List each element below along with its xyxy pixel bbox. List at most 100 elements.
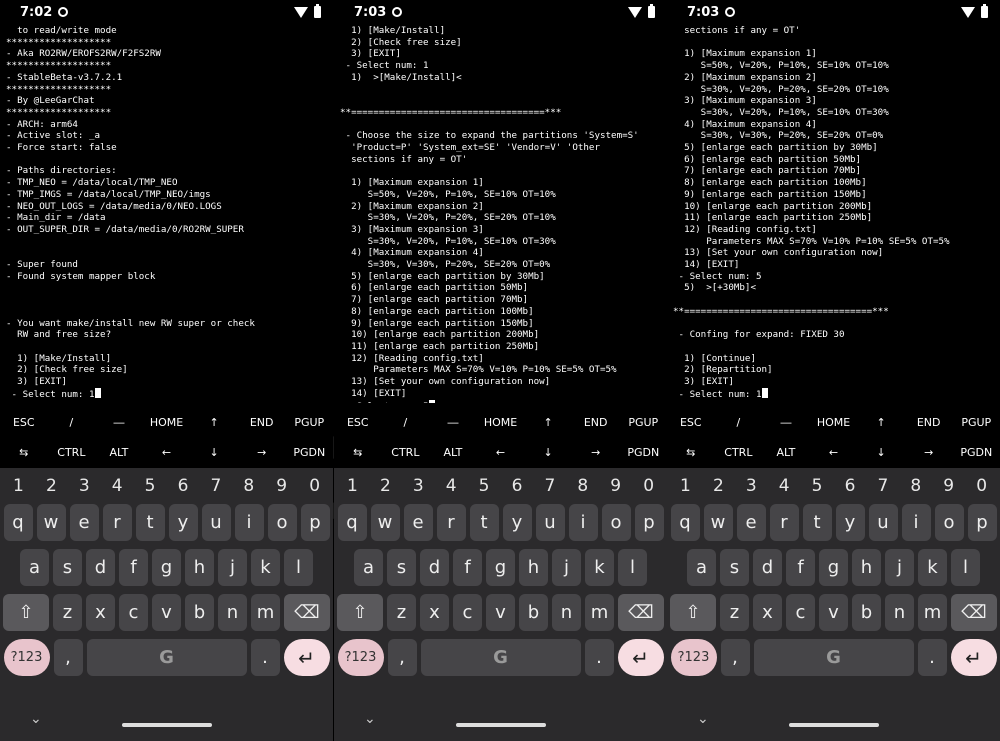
- number-key[interactable]: 9: [932, 476, 965, 496]
- letter-key[interactable]: j: [218, 549, 247, 586]
- letter-key[interactable]: p: [300, 504, 330, 541]
- letter-key[interactable]: v: [152, 594, 181, 631]
- number-key[interactable]: 1: [669, 476, 702, 496]
- letter-key[interactable]: n: [218, 594, 247, 631]
- number-key[interactable]: 4: [435, 476, 468, 496]
- enter-key[interactable]: ↵: [617, 639, 664, 676]
- letter-key[interactable]: u: [868, 504, 898, 541]
- letter-key[interactable]: v: [819, 594, 848, 631]
- home-gesture-bar[interactable]: [789, 723, 879, 727]
- number-key[interactable]: 9: [265, 476, 298, 496]
- hide-keyboard-icon[interactable]: ⌄: [364, 711, 376, 727]
- letter-key[interactable]: b: [185, 594, 214, 631]
- letter-key[interactable]: t: [469, 504, 499, 541]
- number-key[interactable]: 2: [702, 476, 735, 496]
- extra-key[interactable]: ESC: [0, 416, 48, 429]
- number-key[interactable]: 5: [134, 476, 167, 496]
- letter-key[interactable]: g: [152, 549, 181, 586]
- extra-key[interactable]: ↑: [524, 416, 572, 429]
- backspace-key[interactable]: ⌫: [951, 594, 997, 631]
- extra-key[interactable]: ↑: [857, 416, 905, 429]
- letter-key[interactable]: c: [786, 594, 815, 631]
- number-key[interactable]: 2: [369, 476, 402, 496]
- period-key[interactable]: .: [584, 639, 614, 676]
- space-key[interactable]: G: [753, 639, 914, 676]
- backspace-key[interactable]: ⌫: [284, 594, 330, 631]
- extra-key[interactable]: /: [715, 416, 763, 429]
- symbols-key[interactable]: ?123: [3, 639, 50, 676]
- extra-key[interactable]: CTRL: [48, 446, 96, 459]
- extra-key[interactable]: ←: [143, 446, 191, 459]
- letter-key[interactable]: e: [69, 504, 99, 541]
- letter-key[interactable]: x: [753, 594, 782, 631]
- extra-key[interactable]: ⇆: [667, 446, 715, 459]
- letter-key[interactable]: u: [535, 504, 565, 541]
- letter-key[interactable]: t: [135, 504, 165, 541]
- letter-key[interactable]: o: [934, 504, 964, 541]
- terminal-output[interactable]: to read/write mode ******************* -…: [0, 25, 333, 403]
- enter-key[interactable]: ↵: [283, 639, 330, 676]
- letter-key[interactable]: i: [234, 504, 264, 541]
- letter-key[interactable]: w: [370, 504, 400, 541]
- extra-key[interactable]: ALT: [762, 446, 810, 459]
- letter-key[interactable]: z: [53, 594, 82, 631]
- letter-key[interactable]: s: [720, 549, 749, 586]
- enter-key[interactable]: ↵: [950, 639, 997, 676]
- extra-key[interactable]: PGUP: [619, 416, 667, 429]
- extra-key[interactable]: END: [238, 416, 286, 429]
- letter-key[interactable]: a: [687, 549, 716, 586]
- letter-key[interactable]: x: [420, 594, 449, 631]
- letter-key[interactable]: l: [284, 549, 313, 586]
- extra-key[interactable]: →: [572, 446, 620, 459]
- number-key[interactable]: 8: [899, 476, 932, 496]
- letter-key[interactable]: p: [634, 504, 664, 541]
- extra-key[interactable]: HOME: [477, 416, 525, 429]
- letter-key[interactable]: s: [53, 549, 82, 586]
- letter-key[interactable]: w: [703, 504, 733, 541]
- number-key[interactable]: 1: [336, 476, 369, 496]
- number-key[interactable]: 4: [768, 476, 801, 496]
- letter-key[interactable]: v: [486, 594, 515, 631]
- extra-key[interactable]: HOME: [143, 416, 191, 429]
- letter-key[interactable]: l: [618, 549, 647, 586]
- letter-key[interactable]: c: [453, 594, 482, 631]
- letter-key[interactable]: k: [918, 549, 947, 586]
- number-key[interactable]: 8: [566, 476, 599, 496]
- extra-key[interactable]: END: [572, 416, 620, 429]
- letter-key[interactable]: m: [918, 594, 947, 631]
- letter-key[interactable]: h: [852, 549, 881, 586]
- hide-keyboard-icon[interactable]: ⌄: [697, 711, 709, 727]
- letter-key[interactable]: e: [736, 504, 766, 541]
- space-key[interactable]: G: [86, 639, 247, 676]
- letter-key[interactable]: h: [185, 549, 214, 586]
- letter-key[interactable]: o: [267, 504, 297, 541]
- extra-key[interactable]: ALT: [429, 446, 477, 459]
- letter-key[interactable]: g: [819, 549, 848, 586]
- letter-key[interactable]: o: [601, 504, 631, 541]
- letter-key[interactable]: f: [786, 549, 815, 586]
- letter-key[interactable]: k: [251, 549, 280, 586]
- extra-key[interactable]: ⇆: [0, 446, 48, 459]
- letter-key[interactable]: d: [420, 549, 449, 586]
- number-key[interactable]: 9: [599, 476, 632, 496]
- extra-key[interactable]: ALT: [95, 446, 143, 459]
- number-key[interactable]: 0: [632, 476, 665, 496]
- number-key[interactable]: 5: [801, 476, 834, 496]
- letter-key[interactable]: p: [967, 504, 997, 541]
- extra-key[interactable]: ↓: [857, 446, 905, 459]
- letter-key[interactable]: w: [36, 504, 66, 541]
- home-gesture-bar[interactable]: [122, 723, 212, 727]
- letter-key[interactable]: b: [852, 594, 881, 631]
- number-key[interactable]: 5: [468, 476, 501, 496]
- letter-key[interactable]: q: [337, 504, 367, 541]
- letter-key[interactable]: x: [86, 594, 115, 631]
- letter-key[interactable]: g: [486, 549, 515, 586]
- letter-key[interactable]: z: [720, 594, 749, 631]
- letter-key[interactable]: r: [436, 504, 466, 541]
- extra-key[interactable]: END: [905, 416, 953, 429]
- letter-key[interactable]: f: [119, 549, 148, 586]
- extra-key[interactable]: ←: [810, 446, 858, 459]
- letter-key[interactable]: k: [585, 549, 614, 586]
- symbols-key[interactable]: ?123: [337, 639, 384, 676]
- letter-key[interactable]: l: [951, 549, 980, 586]
